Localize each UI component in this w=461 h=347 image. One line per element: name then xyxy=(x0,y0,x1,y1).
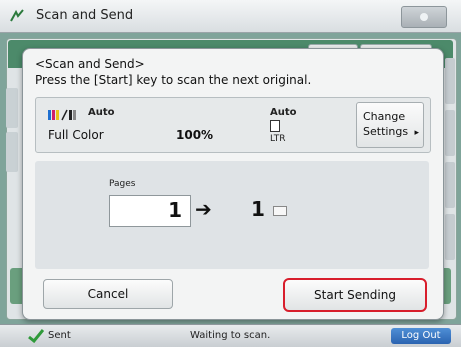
pages-count-field: 1 xyxy=(109,195,191,227)
color-mode-label: Full Color xyxy=(48,128,104,142)
pages-area: Pages 1 ➔ 1 xyxy=(35,161,429,269)
scan-send-icon xyxy=(10,9,24,22)
menu-button[interactable] xyxy=(401,6,447,28)
change-settings-button[interactable]: Change Settings ▸ xyxy=(356,102,424,148)
dialog-message: Press the [Start] key to scan the next o… xyxy=(35,73,312,87)
color-mode-icon xyxy=(48,109,76,121)
dialog-heading: <Scan and Send> xyxy=(35,57,145,71)
paper-size-label: LTR xyxy=(270,134,286,144)
document-icon xyxy=(273,206,287,216)
circle-icon xyxy=(420,13,428,21)
pages-count: 1 xyxy=(168,198,182,222)
cancel-button[interactable]: Cancel xyxy=(43,279,173,309)
logout-button[interactable]: Log Out xyxy=(391,328,451,344)
scan-dialog: <Scan and Send> Press the [Start] key to… xyxy=(22,48,444,320)
checkmark-icon xyxy=(28,329,44,343)
pages-label: Pages xyxy=(109,179,136,189)
status-message: Waiting to scan. xyxy=(190,330,271,341)
change-settings-label-line2: Settings xyxy=(363,125,409,138)
arrow-right-icon: ➔ xyxy=(195,197,212,221)
window-title: Scan and Send xyxy=(36,8,134,23)
title-bar: Scan and Send xyxy=(0,0,461,33)
status-bar: Sent Waiting to scan. Log Out xyxy=(0,324,461,347)
start-sending-button[interactable]: Start Sending xyxy=(283,278,427,312)
background-left-tab xyxy=(6,88,18,128)
background-side-tab xyxy=(445,162,455,208)
background-side-tab xyxy=(445,110,455,156)
sent-label: Sent xyxy=(48,330,71,341)
chevron-right-icon: ▸ xyxy=(414,128,419,138)
color-auto-label: Auto xyxy=(88,107,115,118)
paper-auto-label: Auto xyxy=(270,107,297,118)
background-side-tab xyxy=(445,58,455,104)
scale-label: 100% xyxy=(176,128,214,142)
background-left-tab xyxy=(6,132,18,172)
paper-icon xyxy=(270,120,280,132)
change-settings-label-line1: Change xyxy=(363,110,406,123)
background-side-tab xyxy=(445,214,455,260)
settings-summary: Auto Full Color 100% Auto LTR Change Set… xyxy=(35,97,431,153)
total-count: 1 xyxy=(251,197,265,221)
